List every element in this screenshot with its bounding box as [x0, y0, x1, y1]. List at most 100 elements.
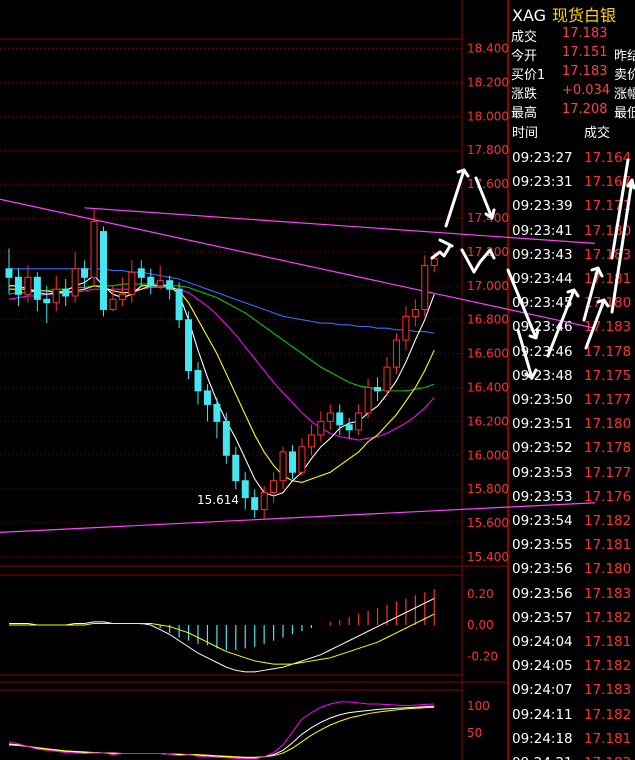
candle-body	[222, 420, 230, 456]
kdj-panel	[8, 701, 435, 760]
tick-row[interactable]: 09:23:56 17.180	[509, 558, 635, 581]
tick-row[interactable]: 09:23:50 17.177	[509, 389, 635, 412]
candle-body	[326, 412, 334, 422]
tick-row[interactable]: 09:24:18 17.181	[509, 728, 635, 751]
y-tick-label: 15.600	[467, 516, 509, 530]
symbol-name: 现货白银	[552, 6, 617, 25]
kdj-tick-label: 100	[467, 699, 490, 713]
candle-body	[270, 480, 278, 494]
tick-row[interactable]: 09:23:52 17.178	[509, 437, 635, 460]
candle-body	[392, 339, 400, 368]
trendline	[0, 198, 596, 329]
candle-body	[355, 412, 363, 431]
y-tick-label: 15.400	[467, 550, 509, 564]
tick-price: 17.177	[584, 392, 632, 408]
candle-body	[317, 420, 325, 436]
tick-price: 17.181	[584, 730, 632, 747]
tick-row[interactable]: 09:23:55 17.181	[509, 534, 635, 557]
symbol-code: XAG	[512, 6, 547, 25]
tick-row[interactable]: 09:23:31 17.167	[509, 171, 635, 194]
tick-time: 09:23:46	[512, 319, 573, 336]
y-tick-label: 17.800	[467, 143, 509, 157]
tick-row[interactable]: 09:24:07 17.183	[509, 679, 635, 702]
kdj-k-line	[8, 705, 435, 759]
tick-time: 09:23:43	[512, 246, 573, 263]
trendlines	[0, 198, 596, 533]
y-tick-label: 18.400	[467, 41, 509, 55]
col-price-header: 成交	[584, 126, 611, 141]
tick-price: 17.180	[584, 222, 632, 239]
tick-row[interactable]: 09:23:54 17.182	[509, 510, 635, 533]
tick-price: 17.180	[584, 295, 632, 312]
tick-row[interactable]: 09:23:57 17.182	[509, 607, 635, 630]
tick-row[interactable]: 09:24:04 17.181	[509, 631, 635, 654]
quote-row: 成交 17.183	[509, 24, 635, 45]
tick-row[interactable]: 09:23:43 17.183	[509, 244, 635, 267]
tick-price: 17.171	[584, 198, 632, 215]
candle-body	[374, 386, 382, 392]
quote-label: 最高	[511, 106, 538, 121]
tick-row[interactable]: 09:23:46 17.178	[509, 341, 635, 364]
tick-row[interactable]: 09:23:41 17.180	[509, 220, 635, 243]
ma20-line	[8, 286, 435, 441]
tick-row[interactable]: 09:23:56 17.183	[509, 583, 635, 606]
tick-row[interactable]: 09:23:53 17.177	[509, 462, 635, 485]
y-tick-label: 16.600	[467, 347, 509, 361]
annotation-arrow	[474, 176, 496, 220]
candle-body	[241, 480, 249, 499]
tick-time: 09:23:56	[512, 585, 573, 602]
tick-price: 17.177	[584, 464, 632, 481]
tick-row[interactable]: 09:23:39 17.171	[509, 195, 635, 218]
tick-time: 09:23:48	[512, 367, 573, 384]
tick-row[interactable]: 09:23:45 17.180	[509, 292, 635, 315]
candle-body	[411, 309, 419, 317]
tick-row[interactable]: 09:24:21 17.183	[509, 752, 635, 760]
candle-body	[307, 434, 315, 448]
candle-body	[81, 268, 89, 278]
candle-body	[232, 454, 240, 482]
y-tick-label: 16.000	[467, 448, 509, 462]
candle-body	[213, 403, 221, 422]
tick-row[interactable]: 09:23:46 17.183	[509, 316, 635, 339]
tick-row[interactable]: 09:24:11 17.182	[509, 704, 635, 727]
candle-body	[137, 268, 145, 278]
tick-price: 17.178	[584, 343, 632, 360]
y-tick-label: 16.800	[467, 313, 509, 327]
annotation-arrow	[430, 244, 452, 260]
tick-row[interactable]: 09:23:48 17.175	[509, 365, 635, 388]
tick-row[interactable]: 09:23:44 17.181	[509, 268, 635, 291]
quote-row: 涨跌 +0.034 涨幅	[509, 81, 635, 102]
candle-body	[364, 386, 372, 414]
kdj-d-line	[8, 706, 435, 758]
tick-price: 17.183	[584, 585, 632, 602]
quote-panel: XAG 现货白银 成交 17.183 今开 17.151 昨结 买价1 17.183 卖价 涨跌 +…	[509, 0, 635, 760]
tick-row[interactable]: 09:23:51 17.180	[509, 413, 635, 436]
tick-time: 09:23:53	[512, 488, 573, 505]
y-tick-label: 16.200	[467, 414, 509, 428]
tick-time: 09:23:57	[512, 609, 573, 626]
candle-body	[166, 280, 174, 290]
candle-body	[33, 276, 41, 300]
candle-body	[175, 288, 183, 321]
tick-price: 17.178	[584, 440, 632, 457]
kdj-tick-label: 50	[467, 726, 482, 740]
tick-time: 09:23:45	[512, 295, 573, 312]
tick-time: 09:23:56	[512, 561, 573, 578]
quote-value: +0.034	[562, 83, 611, 98]
quote-label-2: 最低	[614, 106, 635, 121]
tick-row[interactable]: 09:24:05 17.182	[509, 655, 635, 678]
y-tick-label: 17.600	[467, 177, 509, 191]
tick-time: 09:24:04	[512, 634, 573, 650]
tick-price: 17.182	[584, 513, 632, 529]
tick-time: 09:24:05	[512, 658, 573, 675]
panel-frame	[0, 689, 463, 760]
candle-body	[430, 258, 438, 266]
tick-time: 09:23:54	[512, 513, 573, 529]
quote-value: 17.183	[562, 26, 608, 41]
tick-row[interactable]: 09:23:53 17.176	[509, 486, 635, 509]
tick-price: 17.175	[584, 367, 632, 384]
y-tick-label: 18.000	[467, 109, 509, 123]
tick-time: 09:24:07	[512, 682, 573, 699]
candle-body	[52, 288, 60, 304]
tick-row[interactable]: 09:23:27 17.164	[509, 147, 635, 170]
